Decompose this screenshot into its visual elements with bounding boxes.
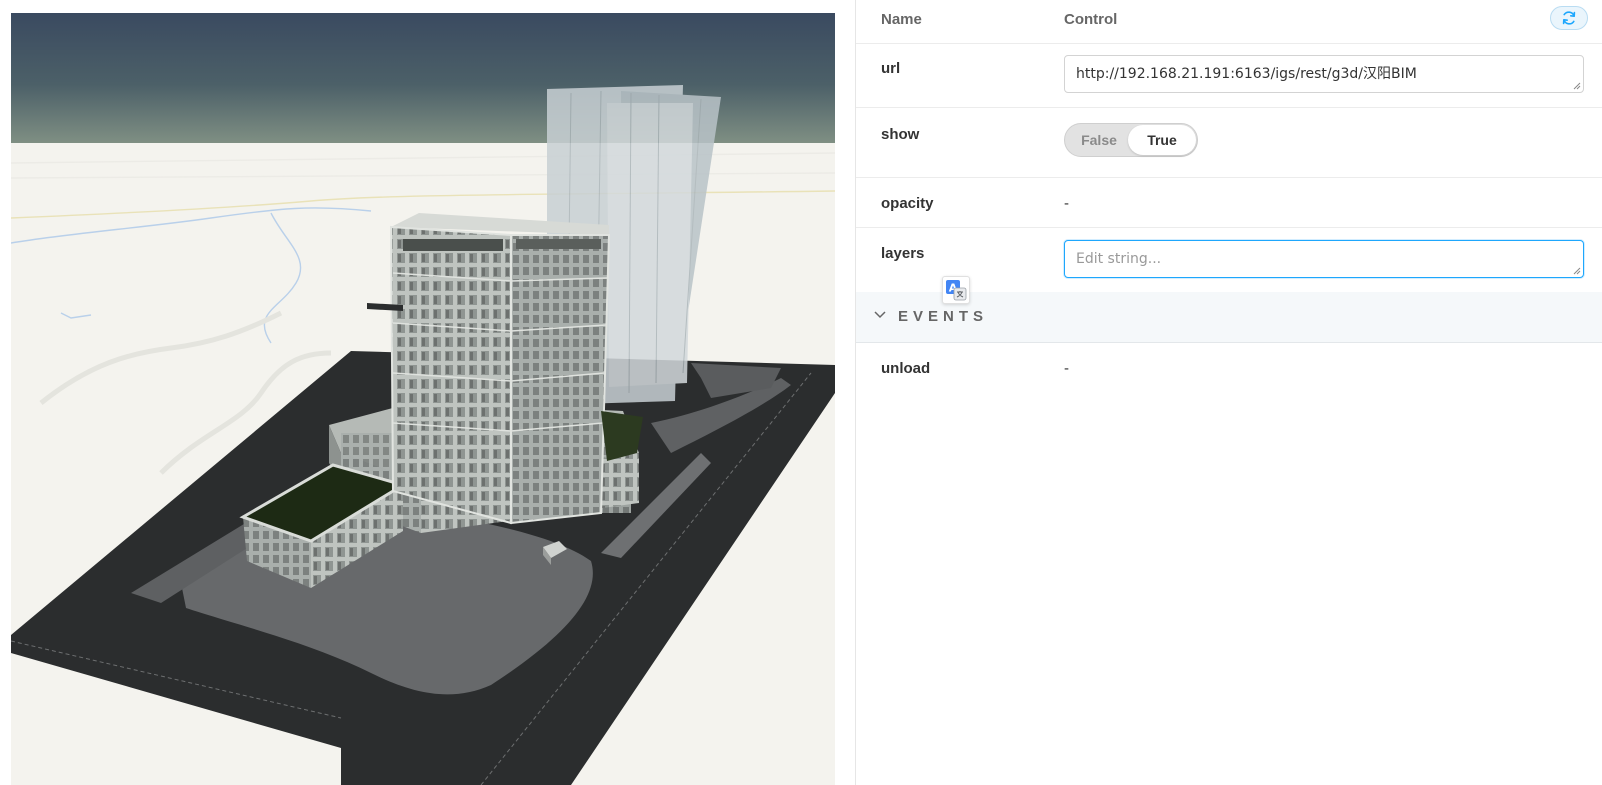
resize-handle-icon[interactable] bbox=[1573, 267, 1581, 275]
toggle-true-option[interactable]: True bbox=[1128, 125, 1196, 155]
google-translate-icon[interactable]: A bbox=[942, 276, 970, 304]
control-name-show: show bbox=[881, 126, 920, 143]
layers-placeholder: Edit string... bbox=[1076, 251, 1162, 267]
control-name-url: url bbox=[881, 60, 901, 77]
control-column-header: Control bbox=[1064, 11, 1118, 28]
toggle-false-option[interactable]: False bbox=[1071, 124, 1127, 156]
bim-building-scene bbox=[11, 13, 835, 785]
name-column-header: Name bbox=[881, 11, 922, 28]
control-name-opacity: opacity bbox=[881, 195, 934, 212]
sync-icon bbox=[1562, 11, 1576, 25]
control-name-layers: layers bbox=[881, 245, 925, 262]
url-textarea[interactable]: http://192.168.21.191:6163/igs/rest/g3d/… bbox=[1064, 55, 1584, 93]
opacity-value: - bbox=[1064, 195, 1069, 212]
control-row-show: show False True bbox=[856, 108, 1602, 178]
unload-value: - bbox=[1064, 360, 1069, 377]
chevron-down-icon[interactable] bbox=[874, 310, 886, 320]
controls-header-row: Name Control bbox=[856, 0, 1602, 44]
event-row-unload: unload - bbox=[856, 343, 1602, 393]
resize-handle-icon[interactable] bbox=[1573, 82, 1581, 90]
url-value: http://192.168.21.191:6163/igs/rest/g3d/… bbox=[1076, 66, 1417, 82]
translate-glyph-icon: A bbox=[946, 280, 967, 301]
controls-panel: Name Control url http://192.168.21.191:6… bbox=[855, 0, 1602, 785]
show-boolean-toggle[interactable]: False True bbox=[1064, 123, 1198, 157]
scene-viewport[interactable] bbox=[11, 13, 835, 785]
control-row-opacity: opacity - bbox=[856, 178, 1602, 228]
control-row-url: url http://192.168.21.191:6163/igs/rest/… bbox=[856, 43, 1602, 108]
reset-controls-button[interactable] bbox=[1550, 6, 1588, 30]
event-name-unload: unload bbox=[881, 360, 931, 377]
layers-textarea[interactable]: Edit string... bbox=[1064, 240, 1584, 278]
events-section-title: EVENTS bbox=[898, 308, 989, 325]
